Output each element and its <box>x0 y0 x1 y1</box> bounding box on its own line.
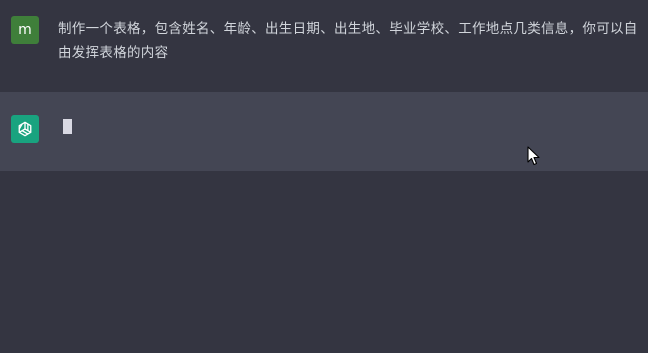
user-avatar-letter: m <box>18 22 32 38</box>
mouse-pointer-icon <box>527 146 540 166</box>
chat-area: m 制作一个表格，包含姓名、年龄、出生日期、出生地、毕业学校、工作地点几类信息，… <box>0 0 648 353</box>
assistant-avatar <box>11 115 39 143</box>
user-message-text: 制作一个表格，包含姓名、年龄、出生日期、出生地、毕业学校、工作地点几类信息，你可… <box>58 21 638 61</box>
user-message-row: m 制作一个表格，包含姓名、年龄、出生日期、出生地、毕业学校、工作地点几类信息，… <box>0 0 648 92</box>
user-avatar: m <box>11 16 39 44</box>
empty-chat-area <box>0 171 648 353</box>
typing-cursor <box>63 119 72 134</box>
openai-logo-icon <box>18 121 32 137</box>
assistant-message-row <box>0 92 648 171</box>
